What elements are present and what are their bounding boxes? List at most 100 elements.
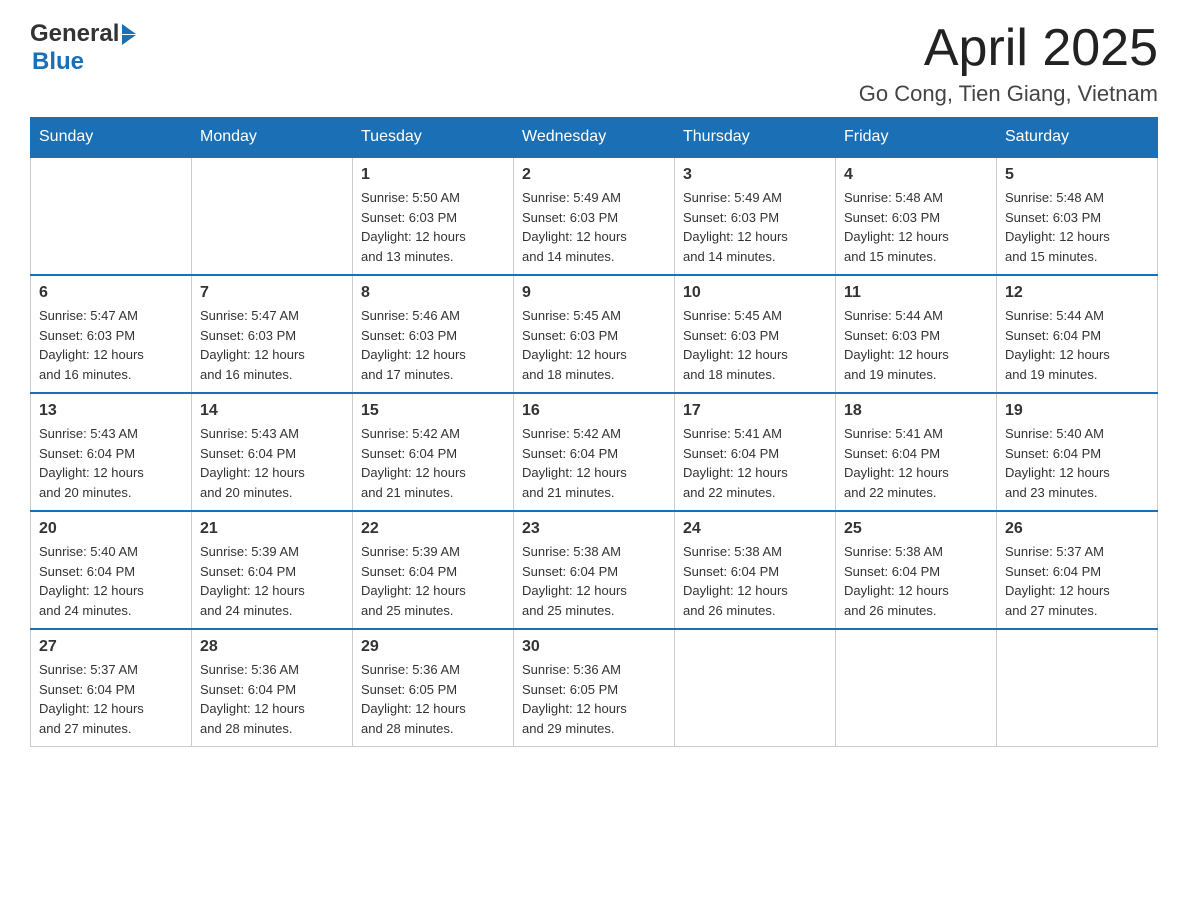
day-info: Sunrise: 5:40 AM Sunset: 6:04 PM Dayligh… <box>39 542 183 620</box>
calendar-cell: 25 Sunrise: 5:38 AM Sunset: 6:04 PM Dayli… <box>836 511 997 629</box>
day-number: 6 <box>39 284 183 302</box>
calendar-cell: 1Sunrise: 5:50 AM Sunset: 6:03 PM Daylig… <box>353 157 514 275</box>
day-info: Sunrise: 5:38 AM Sunset: 6:04 PM Dayligh… <box>844 542 988 620</box>
day-info: Sunrise: 5:46 AM Sunset: 6:03 PM Dayligh… <box>361 306 505 384</box>
day-info: Sunrise: 5:38 AM Sunset: 6:04 PM Dayligh… <box>683 542 827 620</box>
day-info: Sunrise: 5:36 AM Sunset: 6:04 PM Dayligh… <box>200 660 344 738</box>
day-info: Sunrise: 5:42 AM Sunset: 6:04 PM Dayligh… <box>522 424 666 502</box>
day-info: Sunrise: 5:49 AM Sunset: 6:03 PM Dayligh… <box>683 188 827 266</box>
day-number: 4 <box>844 166 988 184</box>
day-number: 12 <box>1005 284 1149 302</box>
day-of-week-header: Thursday <box>675 118 836 158</box>
day-of-week-header: Tuesday <box>353 118 514 158</box>
calendar-week-row: 27 Sunrise: 5:37 AM Sunset: 6:04 PM Dayli… <box>31 629 1158 747</box>
calendar-cell: 12 Sunrise: 5:44 AM Sunset: 6:04 PM Dayli… <box>997 275 1158 393</box>
month-title: April 2025 <box>859 20 1158 77</box>
day-info: Sunrise: 5:37 AM Sunset: 6:04 PM Dayligh… <box>1005 542 1149 620</box>
day-number: 30 <box>522 638 666 656</box>
calendar-cell: 21 Sunrise: 5:39 AM Sunset: 6:04 PM Dayli… <box>192 511 353 629</box>
day-number: 2 <box>522 166 666 184</box>
calendar-cell: 8Sunrise: 5:46 AM Sunset: 6:03 PM Daylig… <box>353 275 514 393</box>
calendar-cell: 13 Sunrise: 5:43 AM Sunset: 6:04 PM Dayli… <box>31 393 192 511</box>
day-info: Sunrise: 5:43 AM Sunset: 6:04 PM Dayligh… <box>200 424 344 502</box>
calendar-cell <box>675 629 836 747</box>
calendar-cell: 16 Sunrise: 5:42 AM Sunset: 6:04 PM Dayli… <box>514 393 675 511</box>
calendar-cell: 6 Sunrise: 5:47 AM Sunset: 6:03 PM Daylig… <box>31 275 192 393</box>
calendar-cell: 19Sunrise: 5:40 AM Sunset: 6:04 PM Dayli… <box>997 393 1158 511</box>
day-info: Sunrise: 5:48 AM Sunset: 6:03 PM Dayligh… <box>844 188 988 266</box>
day-number: 25 <box>844 520 988 538</box>
day-number: 22 <box>361 520 505 538</box>
calendar-week-row: 13 Sunrise: 5:43 AM Sunset: 6:04 PM Dayli… <box>31 393 1158 511</box>
day-number: 11 <box>844 284 988 302</box>
calendar-cell: 7 Sunrise: 5:47 AM Sunset: 6:03 PM Daylig… <box>192 275 353 393</box>
day-number: 27 <box>39 638 183 656</box>
day-number: 13 <box>39 402 183 420</box>
calendar-week-row: 20 Sunrise: 5:40 AM Sunset: 6:04 PM Dayli… <box>31 511 1158 629</box>
calendar-cell <box>997 629 1158 747</box>
day-of-week-header: Wednesday <box>514 118 675 158</box>
day-number: 7 <box>200 284 344 302</box>
day-info: Sunrise: 5:41 AM Sunset: 6:04 PM Dayligh… <box>844 424 988 502</box>
day-number: 17 <box>683 402 827 420</box>
day-number: 26 <box>1005 520 1149 538</box>
title-area: April 2025 Go Cong, Tien Giang, Vietnam <box>859 20 1158 107</box>
calendar-cell: 5Sunrise: 5:48 AM Sunset: 6:03 PM Daylig… <box>997 157 1158 275</box>
day-number: 20 <box>39 520 183 538</box>
day-info: Sunrise: 5:44 AM Sunset: 6:04 PM Dayligh… <box>1005 306 1149 384</box>
calendar-cell: 15 Sunrise: 5:42 AM Sunset: 6:04 PM Dayli… <box>353 393 514 511</box>
calendar-cell: 11 Sunrise: 5:44 AM Sunset: 6:03 PM Dayli… <box>836 275 997 393</box>
day-number: 16 <box>522 402 666 420</box>
calendar-cell: 26 Sunrise: 5:37 AM Sunset: 6:04 PM Dayli… <box>997 511 1158 629</box>
day-info: Sunrise: 5:47 AM Sunset: 6:03 PM Dayligh… <box>200 306 344 384</box>
calendar-header-row: SundayMondayTuesdayWednesdayThursdayFrid… <box>31 118 1158 158</box>
day-number: 21 <box>200 520 344 538</box>
page-header: General Blue April 2025 Go Cong, Tien Gi… <box>30 20 1158 107</box>
day-number: 24 <box>683 520 827 538</box>
calendar-cell <box>31 157 192 275</box>
calendar-cell: 20 Sunrise: 5:40 AM Sunset: 6:04 PM Dayli… <box>31 511 192 629</box>
calendar-cell: 17 Sunrise: 5:41 AM Sunset: 6:04 PM Dayli… <box>675 393 836 511</box>
calendar-cell: 3 Sunrise: 5:49 AM Sunset: 6:03 PM Daylig… <box>675 157 836 275</box>
calendar-cell: 14 Sunrise: 5:43 AM Sunset: 6:04 PM Dayli… <box>192 393 353 511</box>
day-info: Sunrise: 5:38 AM Sunset: 6:04 PM Dayligh… <box>522 542 666 620</box>
calendar-cell: 9 Sunrise: 5:45 AM Sunset: 6:03 PM Daylig… <box>514 275 675 393</box>
calendar-week-row: 1Sunrise: 5:50 AM Sunset: 6:03 PM Daylig… <box>31 157 1158 275</box>
calendar-cell <box>192 157 353 275</box>
calendar-cell: 18 Sunrise: 5:41 AM Sunset: 6:04 PM Dayli… <box>836 393 997 511</box>
day-info: Sunrise: 5:45 AM Sunset: 6:03 PM Dayligh… <box>522 306 666 384</box>
day-number: 15 <box>361 402 505 420</box>
day-of-week-header: Friday <box>836 118 997 158</box>
day-info: Sunrise: 5:44 AM Sunset: 6:03 PM Dayligh… <box>844 306 988 384</box>
day-info: Sunrise: 5:36 AM Sunset: 6:05 PM Dayligh… <box>522 660 666 738</box>
day-number: 29 <box>361 638 505 656</box>
day-info: Sunrise: 5:45 AM Sunset: 6:03 PM Dayligh… <box>683 306 827 384</box>
day-number: 28 <box>200 638 344 656</box>
day-info: Sunrise: 5:49 AM Sunset: 6:03 PM Dayligh… <box>522 188 666 266</box>
day-info: Sunrise: 5:43 AM Sunset: 6:04 PM Dayligh… <box>39 424 183 502</box>
day-number: 14 <box>200 402 344 420</box>
calendar-table: SundayMondayTuesdayWednesdayThursdayFrid… <box>30 117 1158 747</box>
day-of-week-header: Monday <box>192 118 353 158</box>
day-info: Sunrise: 5:47 AM Sunset: 6:03 PM Dayligh… <box>39 306 183 384</box>
calendar-cell <box>836 629 997 747</box>
day-info: Sunrise: 5:36 AM Sunset: 6:05 PM Dayligh… <box>361 660 505 738</box>
calendar-cell: 28 Sunrise: 5:36 AM Sunset: 6:04 PM Dayli… <box>192 629 353 747</box>
day-info: Sunrise: 5:39 AM Sunset: 6:04 PM Dayligh… <box>200 542 344 620</box>
calendar-cell: 4 Sunrise: 5:48 AM Sunset: 6:03 PM Daylig… <box>836 157 997 275</box>
calendar-cell: 22 Sunrise: 5:39 AM Sunset: 6:04 PM Dayli… <box>353 511 514 629</box>
day-info: Sunrise: 5:50 AM Sunset: 6:03 PM Dayligh… <box>361 188 505 266</box>
calendar-cell: 29 Sunrise: 5:36 AM Sunset: 6:05 PM Dayli… <box>353 629 514 747</box>
day-number: 5 <box>1005 166 1149 184</box>
day-of-week-header: Sunday <box>31 118 192 158</box>
day-info: Sunrise: 5:37 AM Sunset: 6:04 PM Dayligh… <box>39 660 183 738</box>
day-info: Sunrise: 5:39 AM Sunset: 6:04 PM Dayligh… <box>361 542 505 620</box>
day-number: 18 <box>844 402 988 420</box>
day-number: 3 <box>683 166 827 184</box>
day-info: Sunrise: 5:42 AM Sunset: 6:04 PM Dayligh… <box>361 424 505 502</box>
day-number: 9 <box>522 284 666 302</box>
day-info: Sunrise: 5:41 AM Sunset: 6:04 PM Dayligh… <box>683 424 827 502</box>
logo-general-text: General <box>30 20 119 48</box>
calendar-cell: 30 Sunrise: 5:36 AM Sunset: 6:05 PM Dayli… <box>514 629 675 747</box>
location-subtitle: Go Cong, Tien Giang, Vietnam <box>859 81 1158 107</box>
